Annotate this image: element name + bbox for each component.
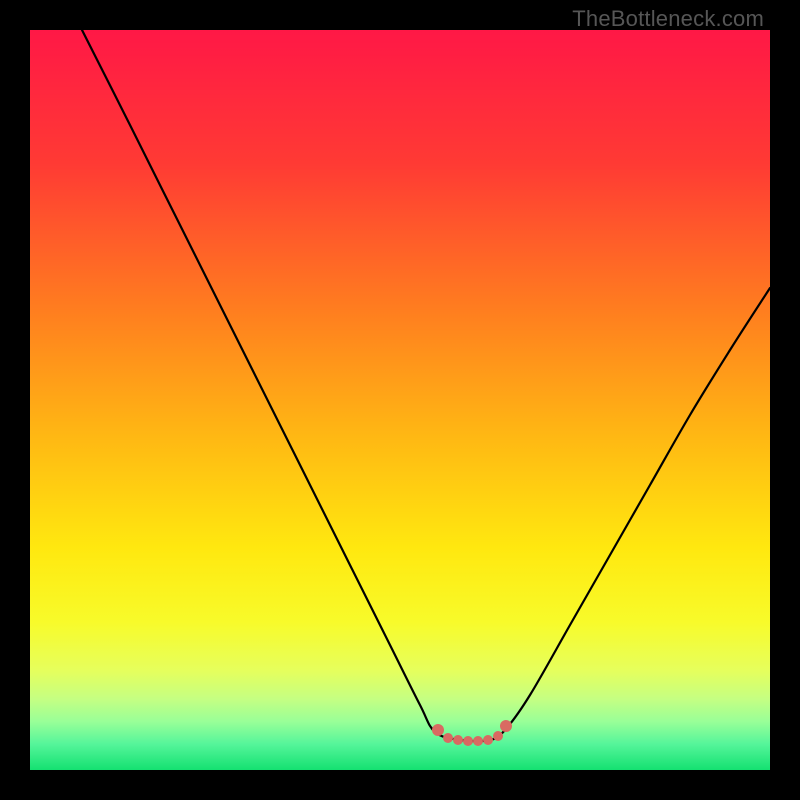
highlight-dot [453, 735, 463, 745]
chart-curve-layer [30, 30, 770, 770]
curve-bottom-highlight [432, 720, 512, 746]
watermark-text: TheBottleneck.com [572, 6, 764, 32]
highlight-dot [463, 736, 473, 746]
highlight-dot [432, 724, 444, 736]
highlight-dot [493, 731, 503, 741]
highlight-dot [473, 736, 483, 746]
chart-plot-area [30, 30, 770, 770]
bottleneck-curve [82, 30, 770, 741]
highlight-dot [483, 735, 493, 745]
highlight-dot [443, 733, 453, 743]
highlight-dot [500, 720, 512, 732]
